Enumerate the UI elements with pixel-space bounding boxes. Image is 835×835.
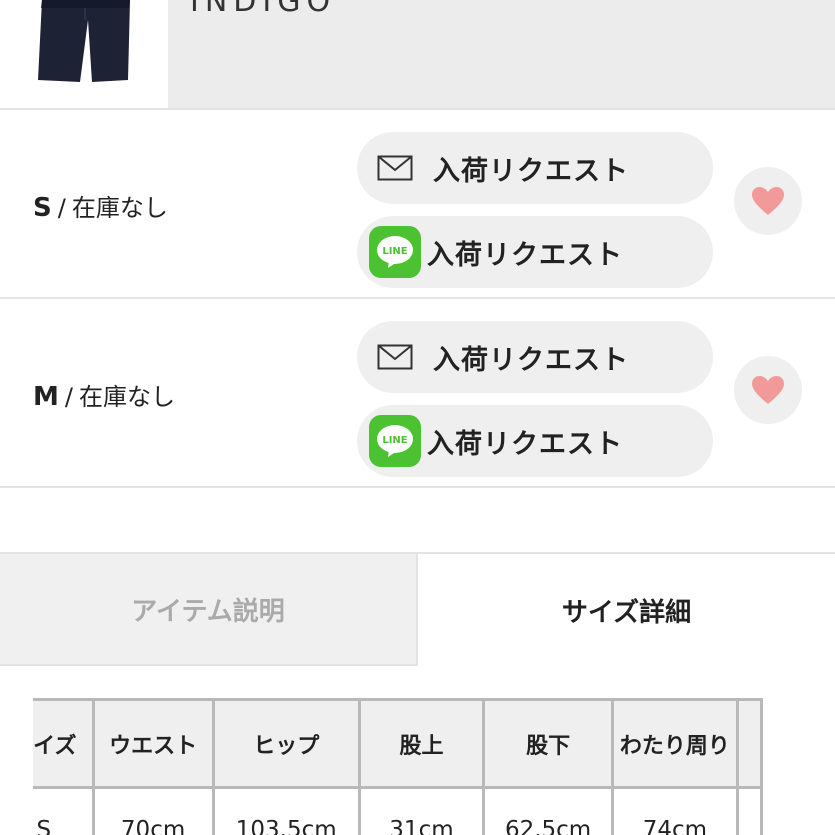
table-cell: 31cm xyxy=(357,786,486,835)
table-cell xyxy=(735,786,764,835)
tab-size-details[interactable]: サイズ詳細 xyxy=(418,552,835,666)
table-header-row: サイズ ウエスト ヒップ 股上 股下 わたり周り xyxy=(33,698,764,789)
pants-image xyxy=(38,0,130,82)
size-stock-label: M / 在庫なし xyxy=(33,382,175,412)
line-restock-request-button[interactable]: LINE 入荷リクエスト xyxy=(357,405,713,477)
line-request-label: 入荷リクエスト xyxy=(427,239,623,271)
line-app-icon: LINE xyxy=(369,226,421,278)
color-option[interactable]: INDIGO xyxy=(168,0,835,108)
table-cell: 74cm xyxy=(611,786,739,835)
table-header-cell: ウエスト xyxy=(91,698,215,789)
divider xyxy=(0,486,835,488)
detail-tabs: アイテム説明 サイズ詳細 xyxy=(0,552,835,666)
table-row: S 70cm 103.5cm 31cm 62.5cm 74cm xyxy=(33,786,764,835)
size-row-s: S / 在庫なし 入荷リクエスト LINE 入荷リクエスト xyxy=(0,110,835,298)
table-header-cell: わたり周り xyxy=(611,698,739,789)
line-restock-request-button[interactable]: LINE 入荷リクエスト xyxy=(357,216,713,288)
line-icon-text: LINE xyxy=(382,246,407,257)
mail-restock-request-button[interactable]: 入荷リクエスト xyxy=(357,321,713,393)
size-row-m: M / 在庫なし 入荷リクエスト LINE 入荷リクエスト xyxy=(0,299,835,487)
size-table: サイズ ウエスト ヒップ 股上 股下 わたり周り S 70cm 103.5cm … xyxy=(33,698,803,835)
size-name: M xyxy=(33,382,59,412)
heart-icon xyxy=(752,376,784,404)
size-stock-label: S / 在庫なし xyxy=(33,193,168,223)
line-app-icon: LINE xyxy=(369,415,421,467)
product-color-strip: INDIGO xyxy=(0,0,835,108)
favorite-button[interactable] xyxy=(734,167,802,235)
line-request-label: 入荷リクエスト xyxy=(427,428,623,460)
line-icon-text: LINE xyxy=(382,435,407,446)
tab-item-description[interactable]: アイテム説明 xyxy=(0,552,418,666)
table-cell: 62.5cm xyxy=(482,786,615,835)
tab-label: サイズ詳細 xyxy=(561,597,692,628)
stock-status: 在庫なし xyxy=(71,194,168,222)
table-cell: S xyxy=(33,786,95,835)
favorite-button[interactable] xyxy=(734,356,802,424)
mail-icon xyxy=(377,344,413,370)
product-thumbnail[interactable] xyxy=(0,0,168,108)
color-name: INDIGO xyxy=(190,0,337,19)
size-name: S xyxy=(33,193,52,223)
tab-label: アイテム説明 xyxy=(131,596,285,627)
table-header-cell: ヒップ xyxy=(211,698,361,789)
mail-request-label: 入荷リクエスト xyxy=(433,155,629,187)
heart-icon xyxy=(752,187,784,215)
mail-request-label: 入荷リクエスト xyxy=(433,344,629,376)
table-header-cell: サイズ xyxy=(33,698,95,789)
table-header-cell: 股上 xyxy=(357,698,486,789)
stock-status: 在庫なし xyxy=(78,383,175,411)
mail-icon xyxy=(377,155,413,181)
table-header-cell xyxy=(735,698,764,789)
table-cell: 70cm xyxy=(91,786,215,835)
table-cell: 103.5cm xyxy=(211,786,361,835)
mail-restock-request-button[interactable]: 入荷リクエスト xyxy=(357,132,713,204)
table-header-cell: 股下 xyxy=(482,698,615,789)
